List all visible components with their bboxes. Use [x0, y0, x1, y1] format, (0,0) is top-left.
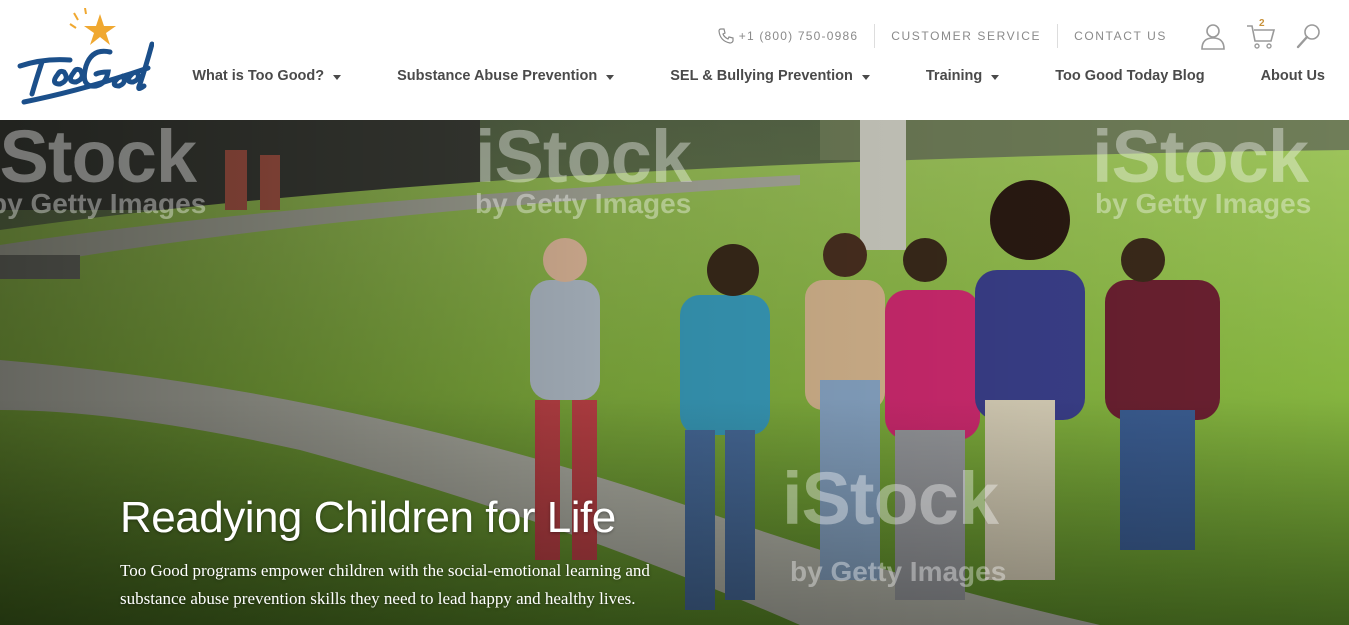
- search-icon: [1296, 24, 1320, 49]
- nav-item-substance-abuse-prevention[interactable]: Substance Abuse Prevention: [397, 68, 615, 84]
- search-button[interactable]: [1291, 18, 1327, 54]
- hero-title: Readying Children for Life: [120, 493, 616, 542]
- caret-down-icon: [606, 74, 615, 80]
- nav-item-label: Training: [925, 68, 983, 84]
- nav-item-blog[interactable]: Too Good Today Blog: [1055, 68, 1204, 84]
- cart-button[interactable]: 2: [1243, 18, 1279, 54]
- contact-us-link[interactable]: CONTACT US: [1058, 24, 1183, 48]
- phone-link[interactable]: +1 (800) 750-0986: [702, 24, 874, 48]
- cart-count-badge: 2: [1259, 18, 1265, 29]
- customer-service-link[interactable]: CUSTOMER SERVICE: [875, 24, 1057, 48]
- phone-number: +1 (800) 750-0986: [738, 29, 859, 43]
- user-icon: [1201, 24, 1225, 50]
- nav-item-label: Substance Abuse Prevention: [397, 68, 598, 84]
- watermark-sub: by Getty Images: [0, 188, 207, 219]
- caret-down-icon: [861, 74, 870, 80]
- watermark-sub: by Getty Images: [475, 188, 692, 219]
- nav-item-label: What is Too Good?: [192, 68, 325, 84]
- utility-bar: +1 (800) 750-0986 CUSTOMER SERVICE CONTA…: [702, 18, 1327, 50]
- nav-item-training[interactable]: Training: [925, 68, 1000, 84]
- phone-icon: [718, 28, 734, 44]
- nav-item-what-is-too-good[interactable]: What is Too Good?: [192, 68, 342, 84]
- watermark-sub: by Getty Images: [1095, 188, 1312, 219]
- hero-banner: iStock by Getty Images iStock by Getty I…: [0, 120, 1349, 625]
- too-good-logo[interactable]: [14, 7, 155, 110]
- nav-item-label: About Us: [1260, 68, 1325, 84]
- nav-item-label: SEL & Bullying Prevention: [670, 68, 853, 84]
- account-button[interactable]: [1195, 18, 1231, 54]
- watermark-brand: iStock: [782, 457, 999, 540]
- watermark-sub: by Getty Images: [790, 556, 1007, 587]
- nav-item-about-us[interactable]: About Us: [1261, 68, 1325, 84]
- caret-down-icon: [991, 74, 1000, 80]
- site-header: +1 (800) 750-0986 CUSTOMER SERVICE CONTA…: [0, 0, 1349, 120]
- caret-down-icon: [333, 74, 342, 80]
- main-nav: What is Too Good? Substance Abuse Preven…: [192, 64, 1325, 88]
- nav-item-label: Too Good Today Blog: [1055, 68, 1205, 84]
- nav-item-sel-bullying-prevention[interactable]: SEL & Bullying Prevention: [670, 68, 870, 84]
- hero-description: Too Good programs empower children with …: [120, 561, 650, 608]
